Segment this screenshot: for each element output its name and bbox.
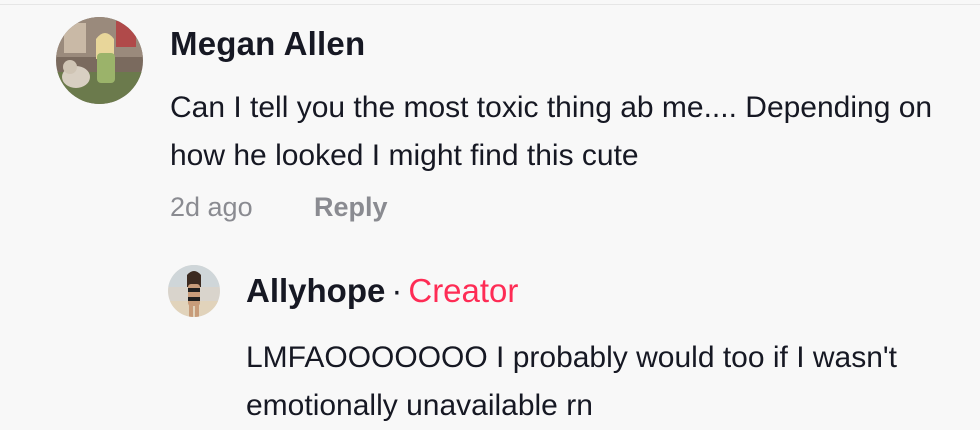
reply-text-line-2: emotionally unavailable rn: [246, 389, 593, 422]
avatar-photo-icon: [56, 17, 143, 104]
comment-text-line-1: Can I tell you the most toxic thing ab m…: [170, 91, 933, 124]
comment-text: Can I tell you the most toxic thing ab m…: [170, 84, 980, 180]
comment-author-name[interactable]: Megan Allen: [170, 25, 365, 63]
reply-author-name[interactable]: Allyhope: [246, 272, 385, 309]
reply-text: LMFAOOOOOOO I probably would too if I wa…: [246, 334, 980, 430]
allyhope-avatar[interactable]: [168, 265, 220, 317]
reply-text-line-1: LMFAOOOOOOO I probably would too if I wa…: [246, 341, 897, 374]
separator-dot: ·: [391, 272, 403, 309]
comment-text-line-2: how he looked I might find this cute: [170, 139, 639, 172]
reply-button[interactable]: Reply: [314, 192, 388, 223]
avatar-photo-icon: [168, 265, 220, 317]
megan-allen-avatar[interactable]: [56, 17, 143, 104]
reply-header: Allyhope · Creator: [246, 272, 518, 310]
creator-badge: Creator: [408, 272, 519, 309]
comment-timestamp: 2d ago: [170, 192, 253, 222]
top-divider: [0, 4, 980, 5]
